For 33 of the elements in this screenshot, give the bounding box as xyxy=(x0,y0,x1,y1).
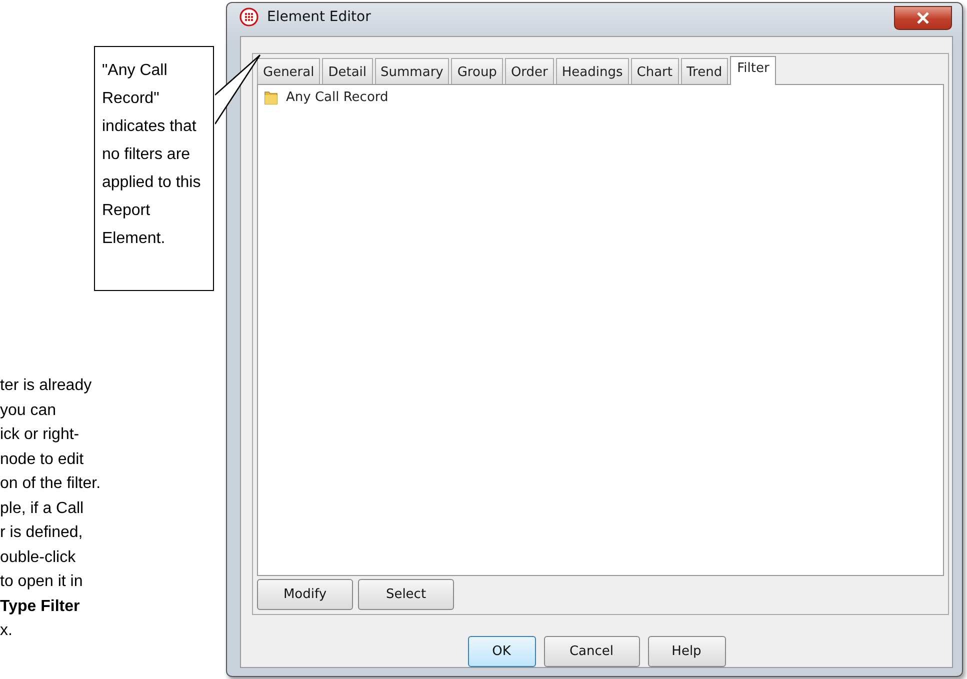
tab[interactable]: Summary xyxy=(374,58,450,84)
dialog-button[interactable]: Modify xyxy=(257,579,353,610)
close-icon xyxy=(916,12,930,24)
tab[interactable]: Detail xyxy=(322,58,373,84)
tab[interactable]: Trend xyxy=(680,58,728,84)
body-text-line: x. xyxy=(0,621,14,641)
tab[interactable]: Order xyxy=(504,58,554,84)
body-text-line: r is defined, xyxy=(0,523,84,543)
callout-text: "Any Call Record" indicates that no filters are applied to this Report Element. xyxy=(102,61,202,249)
dialog-button[interactable]: Select xyxy=(358,579,454,610)
tab[interactable]: Headings xyxy=(556,58,629,84)
dialog-button[interactable]: Help xyxy=(648,636,726,667)
body-text-line: Type Filter xyxy=(0,596,81,616)
body-text-line: ple, if a Call xyxy=(0,498,85,518)
body-text-line: ter is already xyxy=(0,376,93,396)
tab[interactable]: General xyxy=(257,58,320,84)
tab[interactable]: Chart xyxy=(630,58,678,84)
body-text-line: to open it in xyxy=(0,572,84,592)
window-title: Element Editor xyxy=(267,8,371,24)
dialog-button[interactable]: OK xyxy=(468,636,536,667)
body-text-line: you can xyxy=(0,400,58,420)
body-text-line: ick or right- xyxy=(0,425,80,445)
tree-node-label: Any Call Record xyxy=(286,90,388,104)
dialog-button[interactable]: Cancel xyxy=(544,636,640,667)
globe-icon xyxy=(239,6,259,26)
body-text-line: node to edit xyxy=(0,450,85,470)
folder-icon xyxy=(264,89,278,105)
tab[interactable]: Filter xyxy=(730,56,776,85)
body-text-line: on of the filter. xyxy=(0,474,101,494)
tab[interactable]: Group xyxy=(451,58,503,84)
tree-node[interactable]: Any Call Record xyxy=(264,89,937,105)
body-text-line: ouble-click xyxy=(0,548,77,568)
close-button[interactable] xyxy=(894,6,952,30)
